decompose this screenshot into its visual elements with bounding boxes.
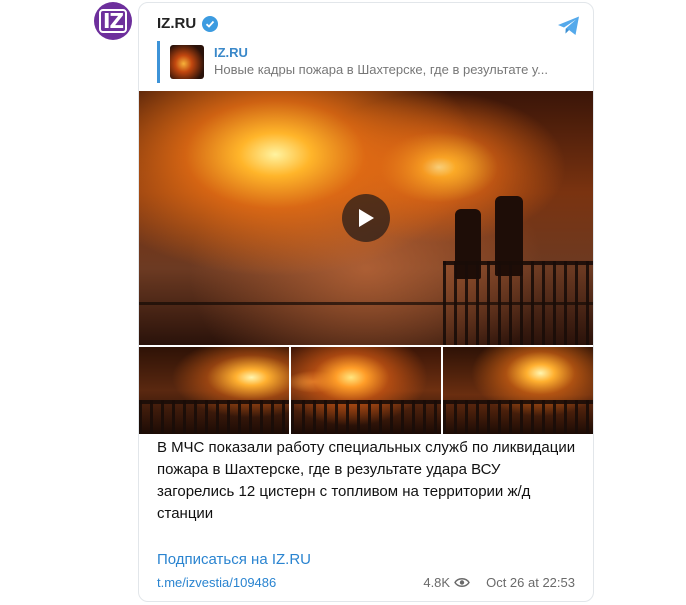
fence-silhouette bbox=[443, 261, 593, 345]
post-card: IZ.RU IZ.RU Новые кадры пожара в Шахтерс… bbox=[138, 2, 594, 602]
media-gallery bbox=[139, 347, 593, 434]
post-text: В МЧС показали работу специальных служб … bbox=[157, 439, 576, 522]
channel-name[interactable]: IZ.RU bbox=[157, 15, 196, 32]
post-header: IZ.RU bbox=[157, 15, 219, 32]
reply-snippet: Новые кадры пожара в Шахтерске, где в ре… bbox=[214, 62, 548, 77]
subscribe-link[interactable]: Подписаться на IZ.RU bbox=[157, 551, 311, 568]
play-icon bbox=[359, 209, 374, 227]
post-footer: t.me/izvestia/109486 4.8K Oct 26 at 22:5… bbox=[157, 575, 575, 593]
reply-preview[interactable]: IZ.RU Новые кадры пожара в Шахтерске, гд… bbox=[157, 41, 575, 83]
gallery-photo[interactable] bbox=[291, 347, 441, 434]
eye-icon bbox=[454, 578, 470, 587]
reply-title: IZ.RU bbox=[214, 45, 248, 60]
post-meta: 4.8K Oct 26 at 22:53 bbox=[423, 575, 575, 590]
view-count: 4.8K bbox=[423, 575, 451, 590]
fence-silhouette bbox=[139, 400, 289, 434]
telegram-icon[interactable] bbox=[557, 15, 581, 37]
video-preview[interactable] bbox=[139, 91, 593, 345]
fence-silhouette bbox=[443, 400, 593, 434]
post-link[interactable]: t.me/izvestia/109486 bbox=[157, 575, 276, 590]
reply-text: IZ.RU Новые кадры пожара в Шахтерске, гд… bbox=[214, 45, 575, 79]
gallery-photo[interactable] bbox=[443, 347, 593, 434]
reply-thumbnail bbox=[170, 45, 204, 79]
post-date: Oct 26 at 22:53 bbox=[486, 575, 575, 590]
fence-silhouette bbox=[291, 400, 441, 434]
play-button[interactable] bbox=[342, 194, 390, 242]
avatar-logo: IZ bbox=[99, 9, 127, 33]
gallery-photo[interactable] bbox=[139, 347, 289, 434]
verified-icon bbox=[202, 15, 219, 32]
channel-avatar[interactable]: IZ bbox=[94, 2, 132, 40]
